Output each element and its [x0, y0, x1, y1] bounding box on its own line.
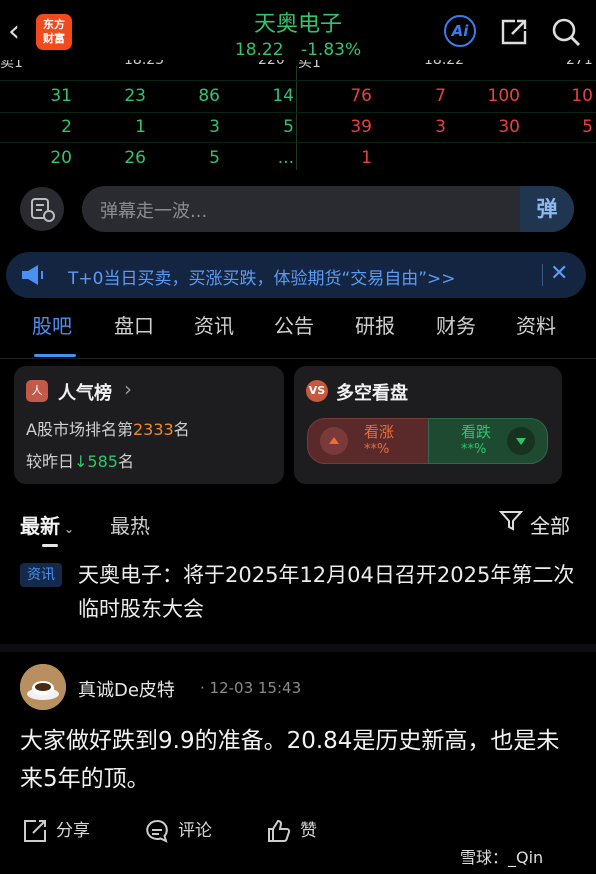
filter-icon[interactable]: [498, 508, 524, 534]
tab-announcements[interactable]: 公告: [274, 310, 314, 339]
ob-left-cell: 23: [124, 86, 146, 106]
change-value: 585: [87, 452, 118, 471]
ob-left-cell: 5: [283, 117, 294, 137]
change-prefix: 较昨日: [26, 452, 75, 471]
rank-value: 2333: [132, 420, 174, 439]
news-headline[interactable]: 天奥电子：将于2025年12月04日召开2025年第二次临时股东大会: [78, 558, 578, 626]
ob-right-cell: 10: [571, 86, 593, 106]
share-icon[interactable]: [498, 16, 530, 48]
ob-left-cell: 14: [272, 86, 294, 106]
bearish-value: **%: [461, 442, 487, 457]
bearish-button[interactable]: 看跌 **%: [428, 418, 548, 464]
ob-cut-right-vol: 271: [566, 60, 593, 68]
comment-action[interactable]: 评论: [144, 816, 212, 844]
watermark: 雪球：_Qin: [460, 848, 544, 867]
ob-right-cell: 3: [435, 117, 446, 137]
ob-left-cell: 26: [124, 148, 146, 168]
comment-label: 评论: [178, 821, 212, 841]
tab-bar: 股吧 盘口 资讯 公告 研报 财务 资料: [0, 310, 596, 358]
order-book-rule: [0, 80, 596, 81]
section-separator: [0, 644, 596, 652]
chevron-down-icon: ⌄: [64, 522, 75, 536]
comment-icon: [146, 819, 168, 843]
stock-change-pct: -1.83%: [300, 40, 362, 60]
promo-text[interactable]: T+0当日买卖，买涨买跌，体验期货“交易自由”>>: [68, 264, 456, 289]
filter-latest[interactable]: 最新 ⌄: [20, 510, 74, 539]
promo-divider: [542, 264, 543, 286]
ob-left-cell: ...: [277, 148, 294, 168]
ob-left-cell: 31: [50, 86, 72, 106]
rank-suffix: 名: [173, 420, 190, 439]
popularity-card[interactable]: 人 人气榜 › A股市场排名第2333名 较昨日↓585名: [14, 366, 284, 484]
ob-right-cell: 76: [350, 86, 372, 106]
chevron-right-icon: ›: [124, 377, 132, 401]
news-tag: 资讯: [20, 563, 62, 587]
ob-cut-left-label: 卖1: [0, 60, 23, 71]
tab-guba[interactable]: 股吧: [32, 310, 72, 339]
tabs-divider: [0, 358, 596, 359]
danmu-settings-icon[interactable]: [20, 187, 64, 231]
ob-left-cell: 86: [198, 86, 220, 106]
popularity-title: 人气榜: [58, 383, 112, 404]
ob-cut-right-price: 18.22: [424, 60, 465, 68]
danmu-placeholder: 弹幕走一波...: [100, 201, 208, 222]
ob-left-cell: 3: [209, 117, 220, 137]
ob-right-cell: 100: [487, 86, 520, 106]
tab-pankou[interactable]: 盘口: [114, 310, 154, 339]
bearish-label: 看跌: [461, 423, 492, 441]
avatar[interactable]: [20, 664, 66, 710]
like-label: 赞: [300, 821, 317, 841]
popularity-rank: A股市场排名第2333名: [26, 416, 190, 440]
tab-active-indicator: [34, 354, 76, 357]
filter-active-indicator: [42, 544, 58, 547]
share-icon: [24, 820, 46, 842]
ob-right-cell: 1: [361, 148, 372, 168]
share-label: 分享: [56, 821, 90, 841]
ob-left-cell: 1: [135, 117, 146, 137]
up-triangle-icon: [320, 427, 348, 455]
tab-finance[interactable]: 财务: [436, 310, 476, 339]
chart-badge-icon: 人: [26, 380, 48, 402]
search-icon[interactable]: [550, 16, 582, 48]
ob-cut-left-price: 18.23: [124, 60, 165, 68]
ob-cut-right-label: 买1: [298, 60, 321, 71]
filter-latest-label: 最新: [20, 514, 60, 538]
sentiment-title: 多空看盘: [336, 383, 408, 404]
ob-right-cell: 39: [350, 117, 372, 137]
filter-all[interactable]: 全部: [530, 510, 570, 539]
tab-profile[interactable]: 资料: [516, 310, 556, 339]
rank-prefix: A股市场排名第: [26, 420, 133, 439]
stock-price: 18.22: [234, 40, 284, 60]
ob-right-cell: 5: [582, 117, 593, 137]
bullish-value: **%: [364, 442, 390, 457]
ob-right-cell: 30: [498, 117, 520, 137]
close-icon[interactable]: ✕: [550, 262, 572, 286]
down-triangle-icon: [507, 427, 535, 455]
megaphone-icon: [20, 264, 46, 286]
order-book-grid: 31 23 86 14 2 1 3 5 20 26 5 ... 76 7 100…: [0, 86, 596, 170]
tab-research[interactable]: 研报: [355, 310, 395, 339]
danmu-toggle-button[interactable]: 弹: [520, 186, 574, 232]
thumbs-up-icon: [268, 819, 291, 842]
filter-hottest[interactable]: 最热: [110, 510, 150, 539]
ob-left-cell: 5: [209, 148, 220, 168]
tab-news[interactable]: 资讯: [194, 310, 234, 339]
bullish-label: 看涨: [364, 423, 395, 441]
ob-right-cell: 7: [435, 86, 446, 106]
ob-left-cell: 20: [50, 148, 72, 168]
down-arrow-icon: ↓: [74, 452, 88, 471]
change-suffix: 名: [117, 452, 134, 471]
post-username[interactable]: 真诚De皮特: [78, 676, 175, 702]
like-action[interactable]: 赞: [266, 816, 317, 844]
post-timestamp: · 12-03 15:43: [200, 679, 302, 697]
vs-badge-icon: VS: [306, 380, 328, 402]
bullish-button[interactable]: 看涨 **%: [307, 418, 429, 464]
ob-cut-left-vol: 220: [258, 60, 285, 68]
popularity-change: 较昨日↓585名: [26, 448, 134, 472]
order-book-cut-row: 卖1 18.23 220 买1 18.22 271: [0, 60, 596, 72]
ai-button[interactable]: Ai: [444, 15, 476, 47]
ob-left-cell: 2: [61, 117, 72, 137]
post-body[interactable]: 大家做好跌到9.9的准备。20.84是历史新高，也是未来5年的顶。: [20, 722, 580, 798]
share-action[interactable]: 分享: [22, 816, 90, 844]
